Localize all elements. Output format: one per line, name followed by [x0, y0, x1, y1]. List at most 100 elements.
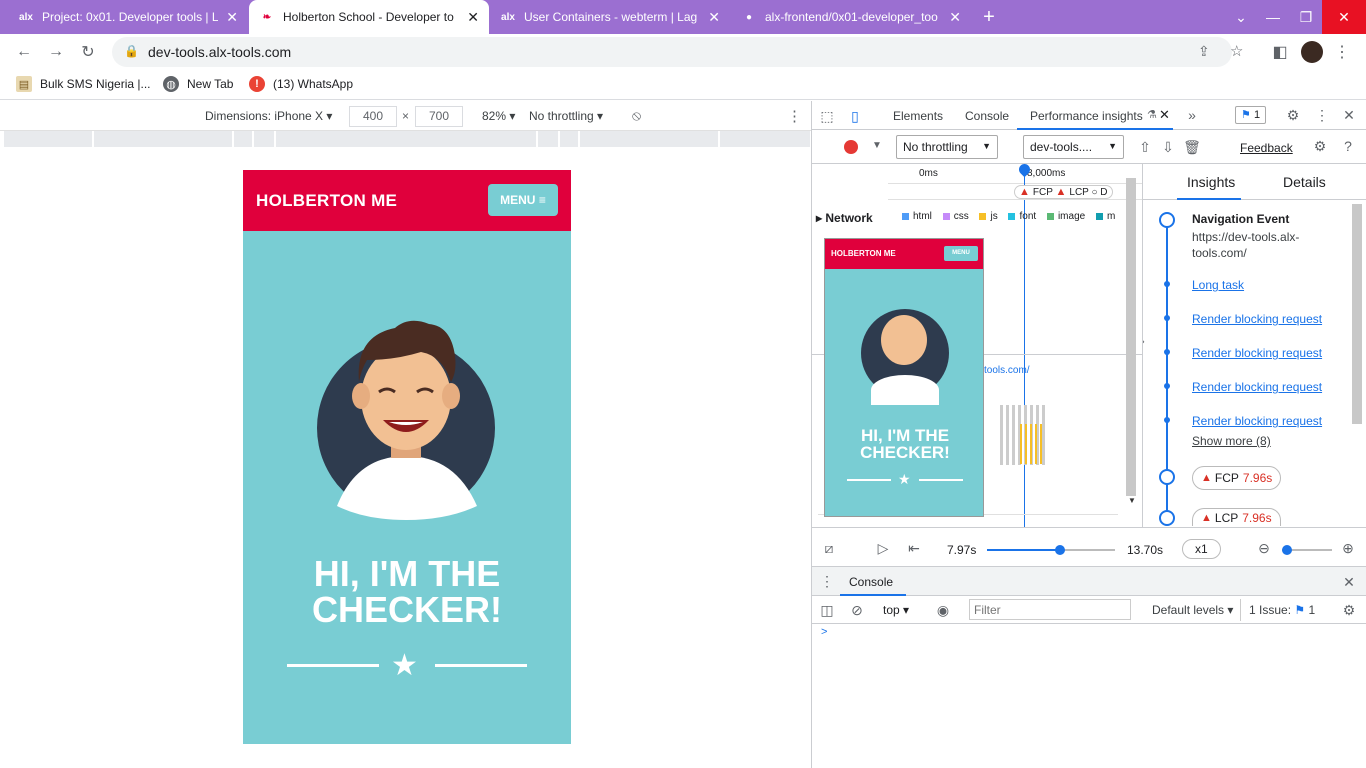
zoom-slider-knob[interactable] [1282, 545, 1292, 555]
zoom-in-icon[interactable]: ⊕ [1339, 539, 1357, 557]
console-filter-input[interactable] [969, 599, 1131, 620]
close-tab-icon[interactable]: ✕ [226, 9, 238, 26]
media-query-ruler[interactable] [4, 131, 810, 147]
console-issues-button[interactable]: 1 Issue: ⚑ 1 [1240, 599, 1323, 621]
download-icon[interactable]: ⇩ [1159, 138, 1177, 156]
tab-holberton-active[interactable]: ❧ Holberton School - Developer to ✕ [249, 0, 489, 34]
site-logo[interactable]: HOLBERTON ME [256, 191, 397, 211]
delete-trash-icon[interactable]: 🗑 [1183, 138, 1201, 156]
close-devtools-icon[interactable]: ✕ [1340, 106, 1358, 124]
scroll-down-icon[interactable]: ▼ [1128, 496, 1136, 505]
settings-gear-icon[interactable]: ⚙ [1284, 106, 1302, 124]
close-tab-icon[interactable]: ✕ [1159, 107, 1170, 123]
device-toggle-icon[interactable]: ▯ [846, 107, 864, 125]
drawer-tab-console[interactable]: Console [849, 575, 893, 589]
insight-long-task-link[interactable]: Long task [1192, 278, 1244, 292]
new-tab-icon[interactable]: + [976, 0, 1002, 34]
log-levels-select[interactable]: Default levels ▾ [1152, 603, 1233, 617]
share-icon[interactable]: ⇪ [1198, 43, 1210, 60]
lcp-pill[interactable]: ▲ LCP 7.96s [1192, 508, 1281, 526]
emulated-page: HOLBERTON ME MENU ≡ HI, I'M THE CHECKER!… [243, 170, 571, 744]
jump-to-start-icon[interactable]: ⇤ [905, 539, 923, 557]
close-tab-icon[interactable]: ✕ [467, 9, 479, 26]
menu-button[interactable]: MENU ≡ [488, 184, 558, 216]
playback-speed-select[interactable]: x1 [1182, 539, 1221, 559]
tab-console[interactable]: Console [965, 109, 1009, 123]
fcp-pill[interactable]: ▲ FCP 7.96s [1192, 466, 1282, 490]
minimize-icon[interactable]: — [1257, 0, 1289, 34]
clear-console-icon[interactable]: ⊘ [848, 601, 866, 619]
bookmark-star-icon[interactable]: ☆ [1230, 42, 1243, 60]
issues-badge[interactable]: ⚑ 1 [1235, 106, 1267, 124]
main-thread-url[interactable]: tools.com/ [984, 365, 1030, 376]
show-more-link[interactable]: Show more (8) [1192, 434, 1271, 448]
network-track-label[interactable]: ▸ Network [816, 211, 873, 225]
tab-details[interactable]: Details [1283, 174, 1326, 190]
sidebar-scrollbar[interactable] [1352, 204, 1362, 424]
context-select[interactable]: top ▾ [883, 603, 909, 617]
address-bar[interactable]: 🔒 dev-tools.alx-tools.com ⇪ ☆ [112, 37, 1243, 67]
bookmark-bulk-sms[interactable]: ▤ Bulk SMS Nigeria |... [16, 76, 150, 92]
close-drawer-icon[interactable]: ✕ [1340, 573, 1358, 591]
performance-toolbar: ▼ No throttling ▼ dev-tools.... ▼ ⇧ ⇩ 🗑 Fe… [812, 130, 1366, 164]
avatar[interactable] [1301, 41, 1323, 63]
zoom-select[interactable]: 82% ▾ [482, 109, 515, 123]
tab-project[interactable]: alx Project: 0x01. Developer tools | L ✕ [8, 0, 248, 34]
device-dimensions-select[interactable]: Dimensions: iPhone X ▾ [205, 109, 332, 123]
playback-slider-knob[interactable] [1054, 545, 1065, 555]
capture-settings-gear-icon[interactable]: ⚙ [1311, 137, 1329, 155]
upload-icon[interactable]: ⇧ [1136, 138, 1154, 156]
zoom-out-icon[interactable]: ⊖ [1255, 539, 1273, 557]
insight-render-blocking-link[interactable]: Render blocking request [1192, 380, 1322, 394]
issues-count: 1 [1253, 109, 1261, 121]
forward-icon[interactable]: → [46, 42, 66, 62]
tab-github[interactable]: ● alx-frontend/0x01-developer_too ✕ [731, 0, 971, 34]
tab-insights[interactable]: Insights [1187, 174, 1235, 190]
more-tabs-chevron-icon[interactable]: » [1183, 106, 1201, 124]
tab-search-chevron-icon[interactable]: ⌄ [1228, 0, 1254, 34]
console-sidebar-icon[interactable]: ◫ [818, 601, 836, 619]
js-tasks[interactable] [1020, 424, 1044, 464]
live-expression-eye-icon[interactable]: ◉ [933, 601, 953, 619]
device-width-input[interactable]: 400 [349, 106, 397, 127]
timeline-scrollbar[interactable] [1126, 178, 1136, 496]
insight-render-blocking-link[interactable]: Render blocking request [1192, 346, 1322, 360]
console-prompt[interactable]: > [821, 626, 827, 638]
more-menu-icon[interactable]: ⋮ [1332, 42, 1352, 62]
playback-slider[interactable] [987, 545, 1115, 555]
devtools-more-icon[interactable]: ⋮ [1313, 106, 1331, 124]
rotate-icon[interactable]: ⦸ [632, 107, 641, 124]
zoom-slider[interactable] [1282, 545, 1332, 555]
bookmark-whatsapp[interactable]: ! (13) WhatsApp [249, 76, 353, 92]
device-more-icon[interactable]: ⋮ [787, 107, 802, 125]
throttling-select[interactable]: No throttling ▾ [529, 109, 603, 123]
help-icon[interactable]: ? [1339, 137, 1357, 155]
play-icon[interactable]: ▷ [874, 539, 892, 557]
drawer-menu-icon[interactable]: ⋮ [820, 573, 834, 589]
restore-icon[interactable]: ❐ [1290, 0, 1322, 34]
close-tab-icon[interactable]: ✕ [708, 9, 720, 26]
sidebar-collapse-icon[interactable]: › [1143, 336, 1145, 348]
console-settings-gear-icon[interactable]: ⚙ [1340, 601, 1358, 619]
side-panel-icon[interactable]: ◧ [1270, 42, 1290, 62]
back-icon[interactable]: ← [14, 42, 34, 62]
close-tab-icon[interactable]: ✕ [949, 9, 961, 26]
record-button[interactable] [844, 140, 858, 154]
tab-performance-insights[interactable]: Performance insights [1030, 109, 1143, 123]
target-select[interactable]: dev-tools.... ▼ [1023, 135, 1124, 159]
bookmark-new-tab[interactable]: ◍ New Tab [163, 76, 233, 92]
record-dropdown-icon[interactable]: ▼ [872, 140, 882, 151]
close-window-icon[interactable]: ✕ [1322, 0, 1366, 34]
feedback-link[interactable]: Feedback [1240, 141, 1293, 155]
tab-elements[interactable]: Elements [893, 109, 943, 123]
network-throttling-select[interactable]: No throttling ▼ [896, 135, 998, 159]
insight-render-blocking-link[interactable]: Render blocking request [1192, 414, 1322, 428]
lock-icon[interactable]: 🔒 [124, 44, 139, 58]
inspect-element-icon[interactable]: ⬚ [818, 107, 836, 125]
device-height-input[interactable]: 700 [415, 106, 463, 127]
tab-user-containers[interactable]: alx User Containers - webterm | Lag ✕ [490, 0, 730, 34]
timeline-markers[interactable]: ▲ FCP ▲ LCP ○ D [1014, 185, 1113, 199]
reload-icon[interactable]: ↻ [78, 42, 98, 62]
screenshot-toggle-icon[interactable]: ⧄ [820, 539, 838, 557]
insight-render-blocking-link[interactable]: Render blocking request [1192, 312, 1322, 326]
